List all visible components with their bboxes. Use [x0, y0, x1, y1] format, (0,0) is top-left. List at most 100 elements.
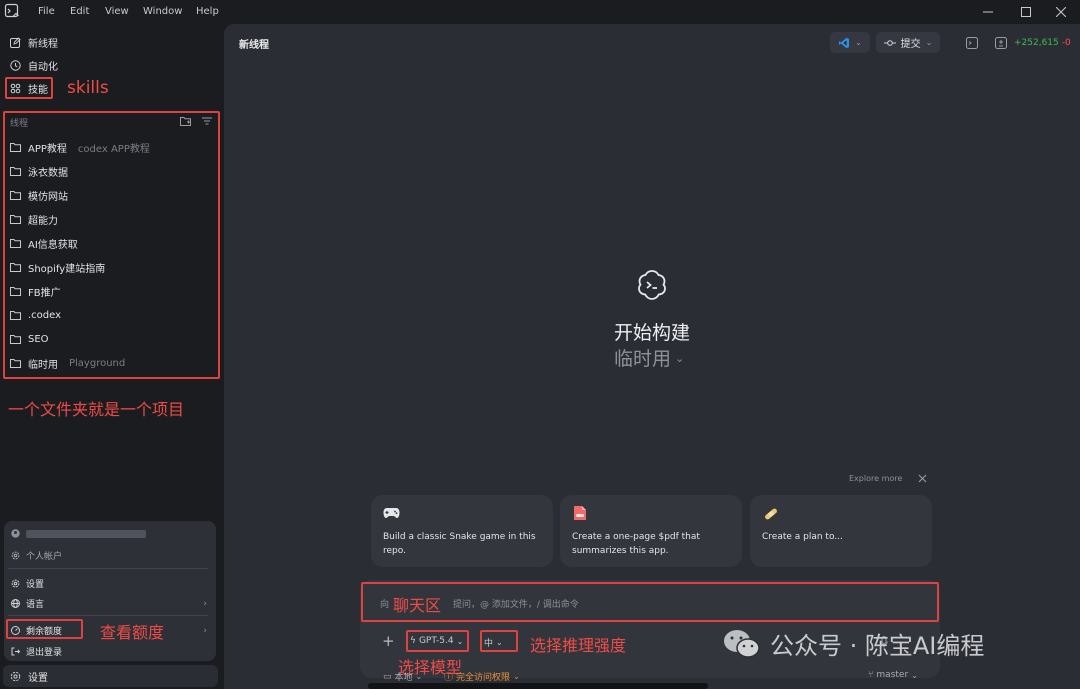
thread-subtitle: Playground [69, 357, 126, 369]
footer-settings-button[interactable]: 设置 [10, 667, 48, 685]
nav-automation[interactable]: 自动化 [10, 56, 58, 74]
menu-edit[interactable]: Edit [70, 6, 89, 17]
chevron-right-icon: › [203, 625, 207, 636]
thread-item[interactable]: Shopify建站指南 [10, 258, 215, 276]
thread-item[interactable]: .codex [10, 306, 215, 324]
watermark-text: 公众号 · 陈宝AI编程 [770, 632, 985, 660]
menu-bar: File Edit View Window Help [0, 0, 1080, 24]
laptop-icon: ▭ [383, 671, 392, 682]
suggestion-card-plan[interactable]: Create a plan to... [750, 495, 932, 567]
chevron-right-icon: › [203, 598, 207, 609]
thread-item[interactable]: 模仿网站 [10, 186, 215, 204]
thread-item[interactable]: 临时用 Playground [10, 354, 215, 372]
gear-small-icon [11, 551, 20, 560]
suggestion-card-pdf-text: Create a one-page $pdf that summarizes t… [572, 532, 700, 556]
chevron-down-icon: ⌄ [855, 38, 862, 47]
footer-settings-label: 设置 [28, 672, 48, 684]
gear-icon [11, 579, 20, 588]
thread-label: 模仿网站 [28, 191, 68, 203]
vscode-icon [838, 37, 850, 49]
message-placeholder-start: 向 [380, 600, 390, 610]
annotation-effort: 选择推理强度 [530, 636, 627, 655]
folder-icon [10, 358, 21, 368]
branch-label: master [876, 670, 909, 680]
gear-icon [10, 671, 21, 682]
chevron-down-icon: ⌄ [925, 38, 933, 47]
popup-language-row[interactable]: 语言 › [11, 597, 207, 610]
personal-account-row[interactable]: 个人帐户 [11, 549, 62, 562]
folder-icon [10, 310, 21, 320]
thread-label: .codex [28, 309, 62, 321]
project-selector[interactable]: 临时用 ⌄ [614, 344, 684, 371]
diff-icon[interactable] [995, 37, 1007, 49]
commit-button[interactable]: 提交 ⌄ [876, 32, 940, 53]
diff-stats[interactable]: +252,615 -0 [1014, 38, 1071, 48]
thread-item[interactable]: FB推广 [10, 282, 215, 300]
new-folder-icon[interactable] [180, 116, 191, 126]
suggestion-card-snake[interactable]: Build a classic Snake game in this repo. [371, 495, 553, 567]
popup-logout-row[interactable]: 退出登录 [11, 645, 62, 658]
diff-removed: -0 [1061, 38, 1071, 48]
thread-item[interactable]: SEO [10, 330, 215, 348]
gamepad-icon [383, 506, 400, 520]
close-suggestions-icon[interactable] [918, 474, 927, 483]
suggestion-card-snake-text: Build a classic Snake game in this repo. [383, 532, 536, 556]
folder-icon [10, 166, 21, 176]
menu-view[interactable]: View [105, 6, 129, 17]
environment-selector[interactable]: ▭ 本地 ⌄ [383, 670, 422, 684]
add-attachment-button[interactable]: + [382, 632, 395, 650]
personal-account-label: 个人帐户 [26, 552, 63, 562]
chevron-down-icon: ⌄ [513, 672, 520, 681]
close-icon[interactable] [1054, 5, 1068, 19]
filter-icon[interactable] [202, 116, 212, 126]
quota-highlight-box [6, 619, 83, 639]
clock-icon [10, 59, 21, 71]
thread-label: AI信息获取 [28, 239, 78, 251]
nav-new-thread[interactable]: 新线程 [10, 33, 58, 51]
user-icon [11, 529, 20, 538]
thread-label: APP教程 [28, 143, 67, 155]
page-title: 新线程 [239, 40, 269, 51]
menu-file[interactable]: File [38, 6, 55, 17]
branch-selector[interactable]: ⑂ master ⌄ [868, 670, 918, 680]
watermark: 公众号 · 陈宝AI编程 [722, 626, 984, 661]
account-row [11, 529, 146, 538]
annotation-folder-note: 一个文件夹就是一个项目 [8, 400, 185, 419]
globe-icon [11, 599, 20, 608]
thread-label: 泳衣数据 [28, 167, 68, 179]
popup-settings-row[interactable]: 设置 [11, 577, 44, 590]
thread-label: 临时用 [28, 359, 58, 371]
access-selector[interactable]: ⓘ 完全访问权限 ⌄ [444, 670, 520, 683]
open-in-editor-button[interactable]: ⌄ [830, 32, 870, 53]
thread-item[interactable]: 超能力 [10, 210, 215, 228]
popup-divider [8, 568, 208, 569]
minimize-icon[interactable] [981, 5, 995, 19]
menu-window[interactable]: Window [143, 6, 182, 17]
suggestion-card-plan-text: Create a plan to... [762, 532, 843, 542]
chevron-down-icon: ⌄ [911, 670, 918, 680]
explore-more-link[interactable]: Explore more [849, 474, 902, 483]
hero-title: 开始构建 [613, 322, 690, 344]
branch-icon: ⑂ [868, 670, 874, 680]
scroll-indicator [368, 683, 708, 689]
commit-icon [883, 38, 896, 48]
suggestion-card-pdf[interactable]: Create a one-page $pdf that summarizes t… [560, 495, 742, 567]
logout-icon [11, 647, 20, 656]
annotation-quota: 查看额度 [100, 623, 165, 642]
pdf-icon [573, 505, 587, 521]
threads-header: 线程 [10, 119, 29, 129]
access-label: 完全访问权限 [456, 673, 511, 683]
redacted-email [26, 529, 146, 538]
thread-item[interactable]: APP教程 codex APP教程 [10, 138, 215, 156]
folder-icon [10, 334, 21, 344]
thread-item[interactable]: AI信息获取 [10, 234, 215, 252]
thread-item[interactable]: 泳衣数据 [10, 162, 215, 180]
nav-new-thread-label: 新线程 [28, 38, 58, 50]
thread-label: Shopify建站指南 [28, 263, 106, 275]
terminal-icon[interactable] [966, 37, 978, 49]
commit-label: 提交 [900, 39, 921, 50]
menu-help[interactable]: Help [196, 6, 219, 17]
bandage-icon [763, 506, 779, 522]
maximize-icon[interactable] [1019, 5, 1033, 19]
annotation-skills: skills [67, 78, 109, 98]
